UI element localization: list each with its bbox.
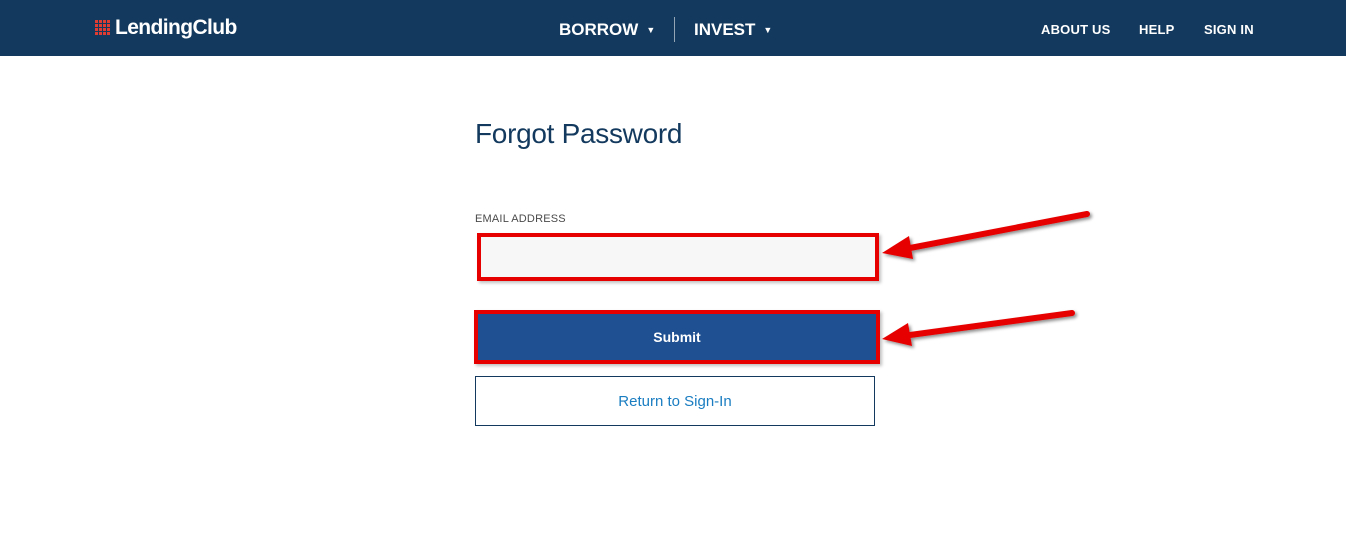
logo-grid-cell [107, 28, 110, 31]
logo-grid-cell [103, 28, 106, 31]
logo-grid-cell [99, 24, 102, 27]
caret-down-icon: ▼ [763, 25, 773, 35]
nav-divider [674, 17, 675, 42]
logo-grid-cell [95, 24, 98, 27]
logo-grid-cell [95, 32, 98, 35]
page-title: Forgot Password [475, 118, 683, 149]
nav-link-help[interactable]: HELP [1139, 22, 1174, 38]
logo-grid-cell [103, 32, 106, 35]
logo-grid-cell [95, 20, 98, 23]
top-navigation-bar: LendingClub BORROW ▼ INVEST ▼ ABOUT US H… [0, 0, 1346, 56]
arrow-to-submit-icon [882, 310, 1075, 346]
nav-link-about-us[interactable]: ABOUT US [1041, 22, 1111, 38]
logo-grid-cell [103, 24, 106, 27]
nav-invest-label: INVEST [694, 20, 756, 39]
logo-text: LendingClub [115, 16, 237, 39]
logo-grid-cell [95, 28, 98, 31]
nav-borrow-label: BORROW [559, 20, 639, 39]
logo-grid-cell [99, 28, 102, 31]
email-field[interactable] [477, 233, 879, 281]
arrow-to-email-icon [882, 211, 1090, 259]
logo-grid-cell [99, 32, 102, 35]
submit-button[interactable]: Submit [474, 310, 880, 364]
nav-invest-menu[interactable]: INVEST ▼ [694, 18, 772, 42]
logo-grid-cell [99, 20, 102, 23]
logo-grid-icon [95, 20, 111, 36]
logo-grid-cell [107, 24, 110, 27]
nav-link-sign-in[interactable]: SIGN IN [1204, 22, 1254, 38]
lendingclub-logo[interactable]: LendingClub [95, 16, 237, 40]
email-label: EMAIL ADDRESS [475, 213, 566, 225]
return-to-sign-in-button[interactable]: Return to Sign-In [475, 376, 875, 426]
logo-grid-cell [107, 32, 110, 35]
caret-down-icon: ▼ [646, 25, 656, 35]
nav-borrow-menu[interactable]: BORROW ▼ [559, 18, 655, 42]
logo-grid-cell [107, 20, 110, 23]
logo-grid-cell [103, 20, 106, 23]
